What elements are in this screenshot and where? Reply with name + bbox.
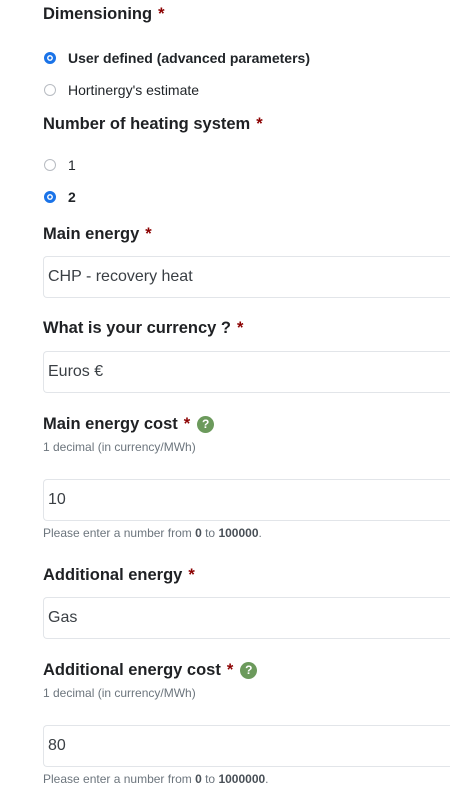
validation-max: 1000000	[218, 772, 266, 786]
currency-group: What is your currency ? *	[43, 317, 450, 339]
main-energy-label-text: Main energy	[43, 225, 140, 243]
heating-systems-group: Number of heating system * 1 2	[43, 113, 450, 213]
radio-heating-1-button[interactable]	[44, 159, 56, 171]
radio-hortinergy-estimate-button[interactable]	[44, 84, 56, 96]
currency-label: What is your currency ? *	[43, 317, 450, 339]
additional-energy-cost-label-text: Additional energy cost	[43, 661, 221, 679]
radio-heating-2-label[interactable]: 2	[68, 189, 76, 205]
validation-prefix: Please enter a number from	[43, 772, 196, 786]
main-energy-cost-label: Main energy cost *?	[43, 413, 450, 435]
main-energy-value: CHP - recovery heat	[48, 268, 193, 285]
radio-hortinergy-estimate-label[interactable]: Hortinergy's estimate	[68, 82, 199, 98]
main-energy-label: Main energy *	[43, 223, 450, 245]
required-mark: *	[256, 115, 263, 133]
main-energy-cost-hint: 1 decimal (in currency/MWh)	[43, 440, 196, 454]
additional-energy-cost-value: 80	[48, 737, 66, 754]
dimensioning-label-text: Dimensioning	[43, 5, 153, 23]
additional-energy-cost-input[interactable]: 80	[43, 725, 450, 767]
additional-energy-cost-label: Additional energy cost *?	[43, 659, 450, 681]
currency-label-text: What is your currency ?	[43, 319, 231, 337]
dimensioning-label: Dimensioning *	[43, 3, 450, 25]
main-energy-cost-value: 10	[48, 491, 66, 508]
radio-heating-2[interactable]: 2	[43, 181, 450, 213]
radio-heating-1[interactable]: 1	[43, 149, 450, 181]
additional-energy-cost-hint: 1 decimal (in currency/MWh)	[43, 686, 196, 700]
help-icon[interactable]: ?	[240, 662, 258, 679]
required-mark: *	[236, 319, 244, 337]
help-icon[interactable]: ?	[197, 416, 215, 433]
radio-heating-1-label[interactable]: 1	[68, 157, 76, 173]
required-mark: *	[183, 415, 191, 433]
additional-energy-cost-validation: Please enter a number from 0 to 1000000.	[43, 771, 269, 787]
heating-systems-label: Number of heating system *	[43, 113, 450, 135]
validation-suffix: .	[265, 772, 269, 786]
additional-energy-group: Additional energy *	[43, 564, 450, 586]
required-mark: *	[158, 5, 165, 23]
validation-mid: to	[201, 772, 219, 786]
additional-energy-label: Additional energy *	[43, 564, 450, 586]
main-energy-cost-group: Main energy cost *? 1 decimal (in currenc…	[43, 413, 450, 455]
currency-value: Euros €	[48, 363, 104, 380]
validation-min: 0	[195, 526, 202, 540]
additional-energy-label-text: Additional energy	[43, 566, 183, 584]
main-energy-cost-validation: Please enter a number from 0 to 100000.	[43, 525, 262, 541]
required-mark: *	[188, 566, 195, 584]
radio-user-defined[interactable]: User defined (advanced parameters)	[43, 42, 450, 74]
main-energy-select[interactable]: CHP - recovery heat	[43, 256, 450, 298]
additional-energy-select[interactable]: Gas	[43, 597, 450, 639]
validation-max: 100000	[218, 526, 259, 540]
dimensioning-group: Dimensioning * User defined (advanced par…	[43, 3, 450, 106]
required-mark: *	[145, 225, 152, 243]
validation-min: 0	[195, 772, 202, 786]
validation-suffix: .	[258, 526, 262, 540]
radio-user-defined-button[interactable]	[44, 52, 56, 64]
main-energy-group: Main energy *	[43, 223, 450, 245]
validation-mid: to	[201, 526, 219, 540]
radio-user-defined-label[interactable]: User defined (advanced parameters)	[68, 50, 310, 66]
required-mark: *	[226, 661, 234, 679]
radio-hortinergy-estimate[interactable]: Hortinergy's estimate	[43, 74, 450, 106]
additional-energy-value: Gas	[48, 609, 78, 626]
additional-energy-cost-group: Additional energy cost *? 1 decimal (in c…	[43, 659, 450, 701]
main-energy-cost-label-text: Main energy cost	[43, 415, 178, 433]
main-energy-cost-input[interactable]: 10	[43, 479, 450, 521]
radio-heating-2-button[interactable]	[44, 191, 56, 203]
heating-systems-label-text: Number of heating system	[43, 115, 251, 133]
currency-select[interactable]: Euros €	[43, 351, 450, 393]
validation-prefix: Please enter a number from	[43, 526, 196, 540]
